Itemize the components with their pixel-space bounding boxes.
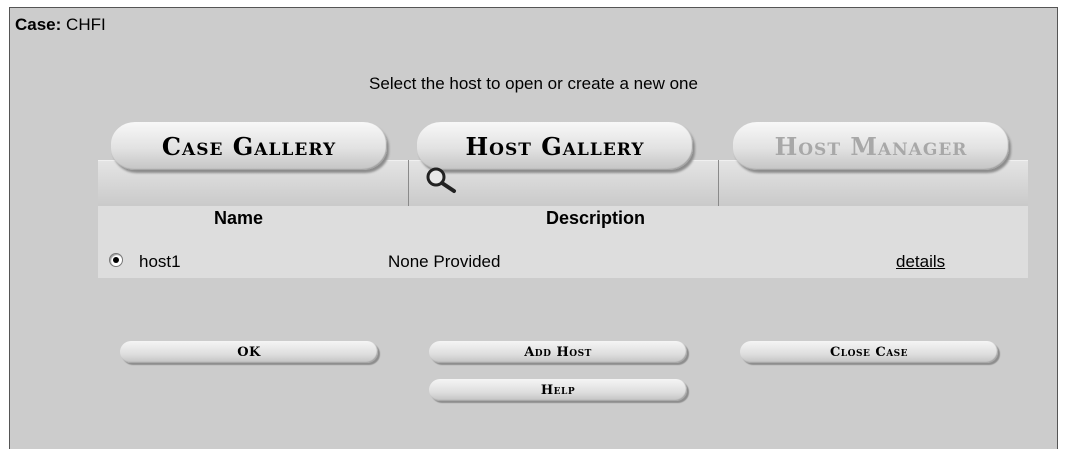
details-link[interactable]: details xyxy=(896,252,945,271)
tab-host-gallery[interactable]: Host Gallery xyxy=(417,122,693,170)
column-header-name: Name xyxy=(214,208,264,228)
instructions-text: Select the host to open or create a new … xyxy=(369,74,698,93)
tab-case-gallery[interactable]: Case Gallery xyxy=(111,122,387,170)
tab-divider xyxy=(408,160,409,206)
ok-button[interactable]: OK xyxy=(120,341,378,363)
case-label: Case: xyxy=(15,15,62,34)
case-indicator: Case: CHFI xyxy=(15,15,106,35)
gallery-tabs: Case Gallery Host Gallery Host Manager xyxy=(98,120,1028,208)
tab-host-manager: Host Manager xyxy=(733,122,1009,170)
column-header-description: Description xyxy=(546,208,646,228)
host-radio-button[interactable] xyxy=(109,253,123,267)
host-name: host1 xyxy=(139,252,181,271)
tab-divider xyxy=(718,160,719,206)
close-case-button[interactable]: Close Case xyxy=(740,341,998,363)
help-button[interactable]: Help xyxy=(429,379,687,401)
magnifier-icon xyxy=(426,167,456,193)
add-host-button[interactable]: Add Host xyxy=(429,341,687,363)
case-name: CHFI xyxy=(66,15,106,34)
host-description: None Provided xyxy=(388,252,501,271)
